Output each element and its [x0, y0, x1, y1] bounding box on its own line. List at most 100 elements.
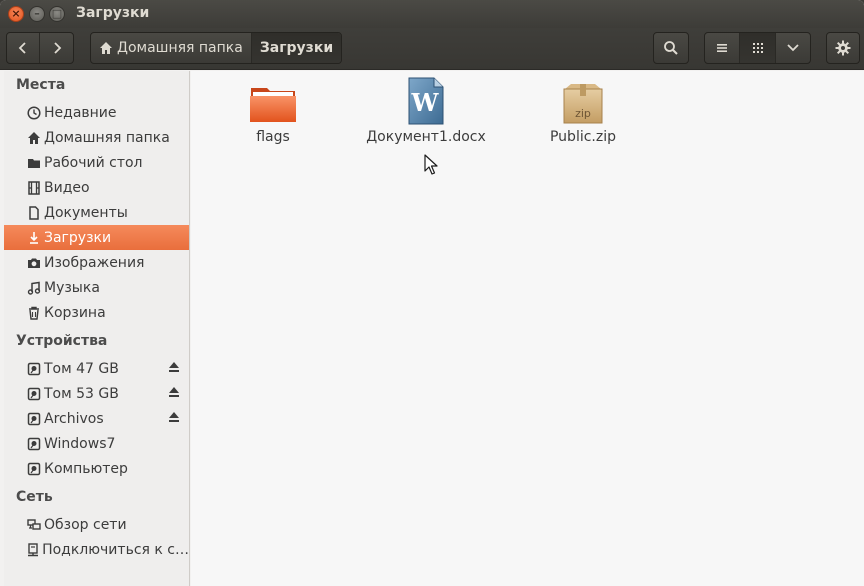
sidebar-item-archivos[interactable]: Archivos: [4, 406, 189, 431]
file-item[interactable]: zip Public.zip: [513, 81, 653, 145]
file-view[interactable]: flags W Документ1.docx zip Public.zip: [191, 71, 864, 586]
sidebar-item-label: Windows7: [44, 435, 116, 452]
breadcrumb-current-label: Загрузки: [259, 40, 334, 56]
maximize-icon: □: [51, 7, 63, 20]
minimize-icon: –: [34, 7, 40, 20]
sidebar-item-label: Рабочий стол: [44, 154, 143, 171]
sidebar-item-recent[interactable]: Недавние: [4, 100, 189, 125]
mouse-cursor-icon: [424, 154, 438, 175]
camera-icon: [26, 255, 42, 271]
list-icon: [717, 44, 727, 52]
breadcrumb-current[interactable]: Загрузки: [251, 33, 342, 63]
search-icon: [664, 41, 678, 55]
sidebar-item-label: Том 47 GB: [44, 360, 119, 377]
minimize-window-button[interactable]: –: [29, 6, 45, 22]
server-icon: [26, 542, 40, 558]
sidebar-item-label: Музыка: [44, 279, 100, 296]
settings-button[interactable]: [827, 33, 859, 63]
sidebar-item-label: Загрузки: [44, 229, 112, 246]
sidebar-item-pictures[interactable]: Изображения: [4, 250, 189, 275]
forward-button[interactable]: [40, 33, 73, 63]
zip-badge: zip: [575, 107, 591, 120]
search-button[interactable]: [654, 33, 688, 63]
folder-icon: [26, 155, 42, 171]
sidebar-item-desktop[interactable]: Рабочий стол: [4, 150, 189, 175]
sidebar-item-trash[interactable]: Корзина: [4, 300, 189, 325]
drive-icon: [26, 436, 42, 452]
clock-icon: [26, 105, 42, 121]
grid-icon: [752, 43, 763, 53]
sidebar-item-home[interactable]: Домашняя папка: [4, 125, 189, 150]
download-icon: [26, 230, 42, 246]
breadcrumb-home-label: Домашняя папка: [117, 40, 243, 56]
sidebar-item-documents[interactable]: Документы: [4, 200, 189, 225]
sidebar-item-label: Документы: [44, 204, 128, 221]
sidebar-item-browse-network[interactable]: Обзор сети: [4, 512, 189, 537]
eject-icon[interactable]: [167, 411, 181, 425]
file-name: Public.zip: [549, 129, 616, 145]
chevron-left-icon: [18, 42, 26, 54]
word-document-icon: W: [408, 77, 444, 125]
sidebar-section-places: Места: [16, 77, 66, 93]
sidebar-item-label: Корзина: [44, 304, 106, 321]
sidebar-item-label: Видео: [44, 179, 90, 196]
sidebar-item-computer[interactable]: Компьютер: [4, 456, 189, 481]
chevron-down-icon: [787, 44, 799, 52]
sidebar-section-devices: Устройства: [16, 333, 108, 349]
sidebar-item-label: Компьютер: [44, 460, 128, 477]
document-icon: [26, 205, 42, 221]
network-icon: [26, 517, 42, 533]
maximize-window-button[interactable]: □: [49, 6, 65, 22]
list-view-button[interactable]: [705, 33, 740, 63]
title-bar[interactable]: × – □ Загрузки: [0, 0, 864, 28]
search-group: [653, 32, 689, 64]
file-name: flags: [256, 129, 290, 145]
drive-icon: [26, 411, 42, 427]
sidebar-item-volume-53[interactable]: Том 53 GB: [4, 381, 189, 406]
sidebar-item-label: Том 53 GB: [44, 385, 119, 402]
sidebar-item-label: Обзор сети: [44, 516, 127, 533]
sidebar-item-downloads[interactable]: Загрузки: [4, 225, 189, 250]
sidebar-item-connect-server[interactable]: Подключиться к с…: [4, 537, 189, 562]
sidebar-item-label: Archivos: [44, 410, 104, 427]
sidebar-item-windows7[interactable]: Windows7: [4, 431, 189, 456]
breadcrumb: Домашняя папка Загрузки: [90, 32, 343, 64]
file-name: Документ1.docx: [366, 129, 486, 145]
sidebar-item-videos[interactable]: Видео: [4, 175, 189, 200]
trash-icon: [26, 305, 42, 321]
drive-icon: [26, 361, 42, 377]
sidebar-section-network: Сеть: [16, 489, 53, 505]
file-item[interactable]: flags: [203, 81, 343, 145]
close-window-button[interactable]: ×: [8, 6, 24, 22]
view-options-button[interactable]: [776, 33, 810, 63]
drive-icon: [26, 386, 42, 402]
gear-icon: [835, 40, 851, 56]
svg-text:W: W: [411, 88, 440, 117]
drive-icon: [26, 461, 42, 477]
eject-icon[interactable]: [167, 386, 181, 400]
breadcrumb-home[interactable]: Домашняя папка: [91, 33, 252, 63]
sidebar-item-label: Домашняя папка: [44, 129, 170, 146]
folder-icon: [250, 88, 296, 122]
view-group: [704, 32, 811, 64]
chevron-right-icon: [53, 42, 61, 54]
file-item[interactable]: W Документ1.docx: [356, 77, 496, 145]
sidebar-item-label: Изображения: [44, 254, 145, 271]
home-icon: [26, 130, 42, 146]
sidebar-item-label: Подключиться к с…: [42, 541, 189, 558]
sidebar-item-label: Недавние: [44, 104, 117, 121]
music-icon: [26, 280, 42, 296]
settings-group: [826, 32, 860, 64]
back-button[interactable]: [7, 33, 41, 63]
home-icon: [100, 42, 112, 54]
toolbar: Домашняя папка Загрузки: [0, 28, 864, 70]
sidebar-item-music[interactable]: Музыка: [4, 275, 189, 300]
file-manager-window: × – □ Загрузки Домашняя папка Загрузки М…: [0, 0, 864, 586]
grid-view-button[interactable]: [740, 33, 776, 63]
film-icon: [26, 180, 42, 196]
sidebar: Места Недавние Домашняя папка Рабочий ст…: [4, 71, 190, 586]
eject-icon[interactable]: [167, 361, 181, 375]
sidebar-item-volume-47[interactable]: Том 47 GB: [4, 356, 189, 381]
close-icon: ×: [11, 7, 21, 20]
window-title: Загрузки: [76, 5, 150, 21]
